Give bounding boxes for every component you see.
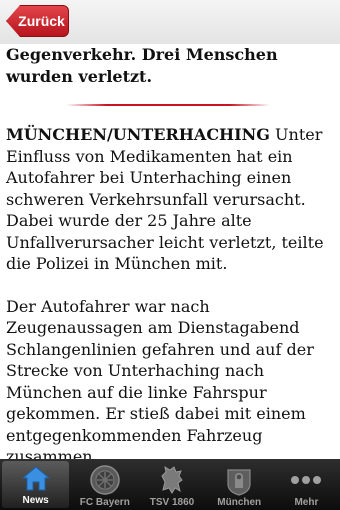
article-paragraph-1-body: Unter Einfluss von Medikamenten hat ein …	[6, 125, 324, 273]
home-icon	[18, 461, 54, 495]
tab-tsv-1860[interactable]: TSV 1860	[138, 459, 205, 510]
article-dateline: MÜNCHEN/UNTERHACHING	[6, 125, 270, 144]
article-paragraph-2: Der Autofahrer war nach Zeugenaussagen a…	[6, 296, 314, 460]
munich-monk-icon	[221, 463, 257, 497]
tab-fc-bayern-label: FC Bayern	[79, 497, 130, 508]
tab-news[interactable]: News	[2, 461, 70, 508]
tab-bar: News FC Bayern TSV 1860 München Mehr	[0, 459, 340, 510]
article-divider	[66, 104, 270, 106]
tab-muenchen[interactable]: München	[206, 459, 273, 510]
fc-bayern-logo-icon	[87, 463, 123, 497]
tab-tsv-1860-label: TSV 1860	[149, 497, 195, 508]
back-button[interactable]: Zurück	[6, 5, 69, 37]
article-content: Gegenverkehr. Drei Menschen wurden verle…	[0, 44, 340, 459]
tab-mehr-label: Mehr	[294, 497, 319, 508]
tsv-1860-lion-icon	[154, 463, 190, 497]
tab-muenchen-label: München	[217, 497, 262, 508]
previous-article-text: Gegenverkehr. Drei Menschen wurden verle…	[6, 45, 278, 86]
tab-fc-bayern[interactable]: FC Bayern	[71, 459, 138, 510]
article-paragraph-1: MÜNCHEN/UNTERHACHING Unter Einfluss von …	[0, 124, 340, 275]
tab-mehr[interactable]: Mehr	[273, 459, 340, 510]
navigation-bar: Zurück	[0, 0, 340, 44]
more-dots-icon	[288, 463, 324, 497]
tab-news-label: News	[22, 495, 49, 506]
